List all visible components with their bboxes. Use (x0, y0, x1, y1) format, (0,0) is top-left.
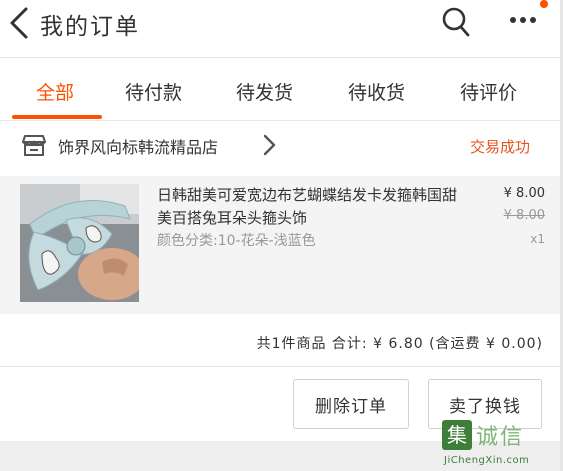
tab-pending-receipt[interactable]: 待收货 (348, 78, 405, 105)
search-icon[interactable] (441, 6, 471, 38)
order-status: 交易成功 (470, 138, 531, 156)
watermark-domain: JiChengXin.com (444, 455, 530, 466)
product-original-price: ¥ 8.00 (503, 208, 545, 223)
product-spec: 颜色分类:10-花朵-浅蓝色 (157, 233, 316, 249)
delete-order-button[interactable]: 删除订单 (293, 379, 409, 429)
top-bar: 我的订单 (0, 0, 563, 56)
tab-pending-review[interactable]: 待评价 (460, 78, 517, 105)
product-image[interactable] (20, 184, 139, 302)
tabs-divider (0, 120, 560, 121)
notification-dot (540, 0, 548, 8)
product-title[interactable]: 日韩甜美可爱宽边布艺蝴蝶结发卡发箍韩国甜美百搭兔耳朵头箍头饰 (157, 184, 457, 230)
page-title: 我的订单 (40, 14, 140, 40)
header-divider (0, 57, 560, 58)
tab-all[interactable]: 全部 (36, 78, 74, 105)
back-icon[interactable] (8, 6, 30, 40)
order-tabs: 全部 待付款 待发货 待收货 待评价 (0, 60, 560, 120)
product-item[interactable]: 日韩甜美可爱宽边布艺蝴蝶结发卡发箍韩国甜美百搭兔耳朵头箍头饰 颜色分类:10-花… (0, 176, 560, 314)
tab-pending-shipment[interactable]: 待发货 (236, 78, 293, 105)
watermark: 集 诚信 JiChengXin.com (440, 418, 563, 471)
summary-divider (0, 366, 560, 367)
active-tab-indicator (12, 115, 102, 119)
shop-name[interactable]: 饰界风向标韩流精品店 (58, 134, 218, 158)
product-price: ¥ 8.00 (503, 186, 545, 201)
product-quantity: x1 (530, 232, 545, 246)
order-summary: 共1件商品 合计: ¥ 6.80 (含运费 ¥ 0.00) (256, 336, 543, 352)
shop-icon (22, 135, 46, 156)
more-icon[interactable] (509, 14, 537, 26)
chevron-right-icon[interactable] (262, 134, 276, 156)
watermark-badge: 集 (442, 420, 472, 450)
shop-row[interactable]: 饰界风向标韩流精品店 交易成功 (0, 124, 560, 172)
tab-pending-payment[interactable]: 待付款 (125, 78, 182, 105)
watermark-text: 诚信 (476, 425, 525, 450)
